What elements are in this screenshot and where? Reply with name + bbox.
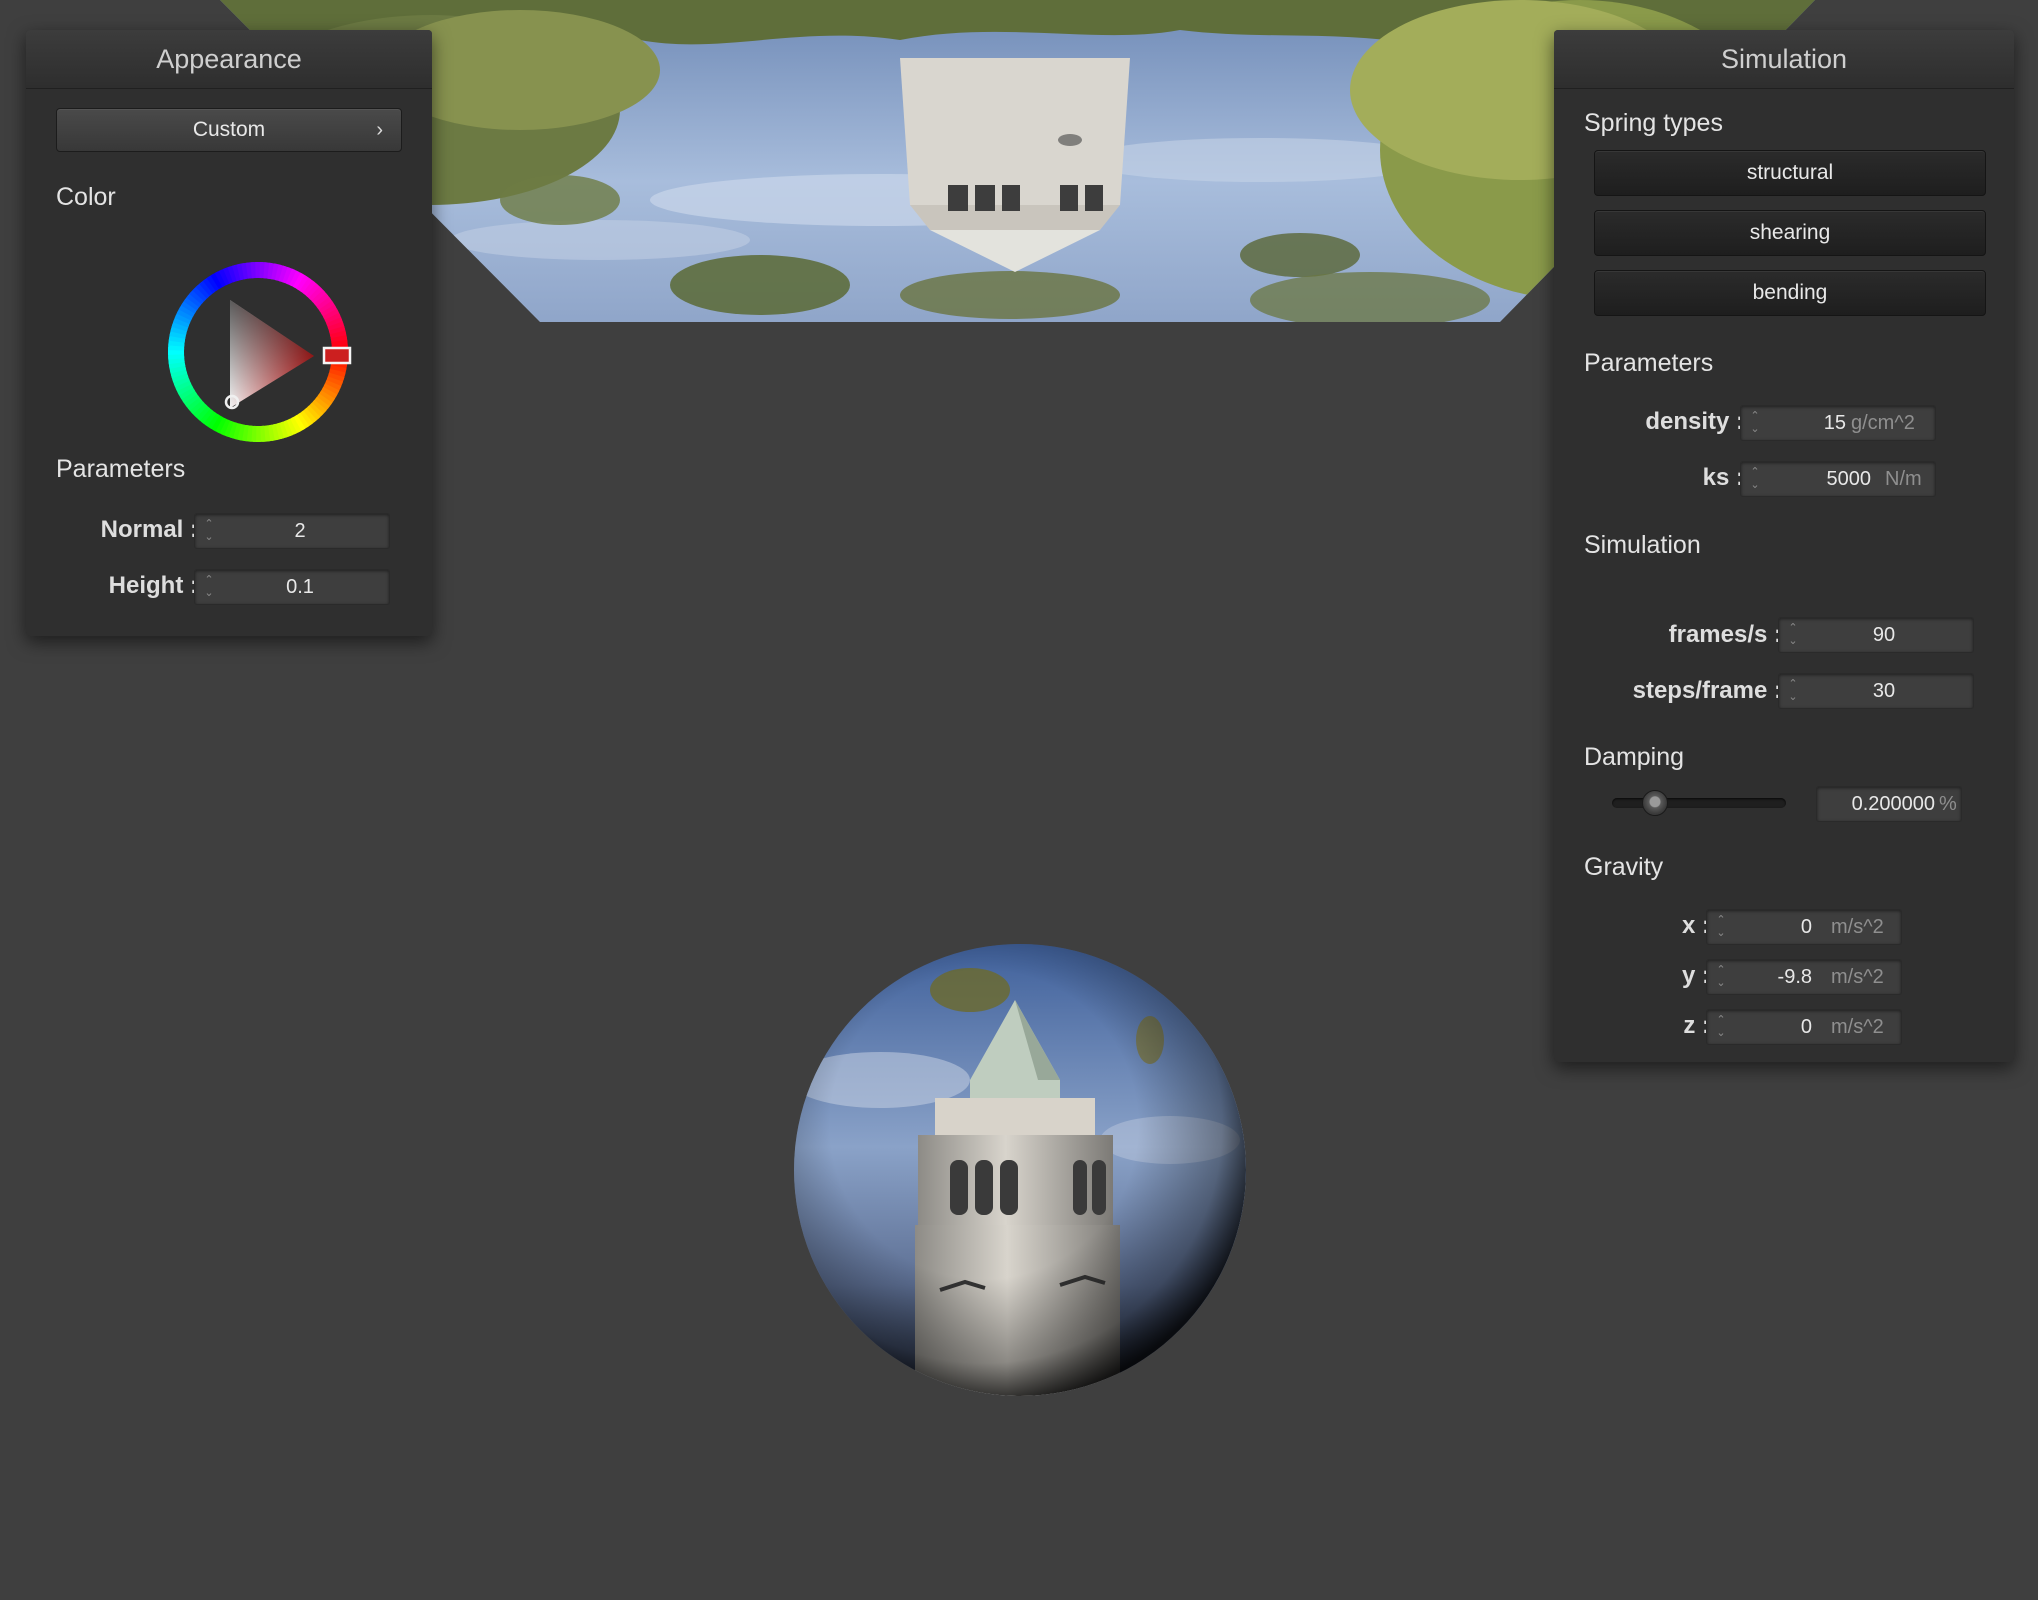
gravity-z-field[interactable]: ⌃ ⌄ 0 m/s^2 [1706,1009,1902,1045]
damping-slider[interactable] [1612,790,1786,816]
spring-shearing-button[interactable]: shearing [1594,210,1986,256]
color-section-label: Color [56,183,116,211]
simulation-panel: Simulation Spring types structural shear… [1554,30,2014,1062]
spinner-arrows-icon[interactable]: ⌃ ⌄ [203,574,215,600]
spring-bending-button[interactable]: bending [1594,270,1986,316]
steps-value: 30 [1872,680,1896,702]
shader-select-button[interactable]: Custom › [56,108,402,152]
gravity-z-unit: m/s^2 [1831,1016,1884,1038]
ks-label: ks : [1702,464,1744,491]
simulation-section-label: Simulation [1584,531,1701,559]
steps-field[interactable]: ⌃ ⌄ 30 [1778,673,1974,709]
gravity-y-label: y : [1681,962,1710,989]
damping-value: 0.200000 [1851,793,1935,815]
gravity-y-unit: m/s^2 [1831,966,1884,988]
simulation-panel-title[interactable]: Simulation [1554,30,2014,89]
damping-label: Damping [1584,743,1685,771]
spinner-arrows-icon[interactable]: ⌃ ⌄ [203,518,215,544]
normal-label: Normal : [100,516,198,543]
fps-field[interactable]: ⌃ ⌄ 90 [1778,617,1974,653]
height-value: 0.1 [286,576,314,598]
spinner-arrows-icon[interactable]: ⌃ ⌄ [1749,466,1761,492]
spring-types-label: Spring types [1584,109,1723,137]
shader-select-label: Custom [192,118,266,141]
simulation-parameters-label: Parameters [1584,349,1714,377]
normal-value: 2 [294,520,306,542]
steps-label: steps/frame : [1632,677,1782,704]
ks-value: 5000 [1826,468,1872,490]
gravity-x-field[interactable]: ⌃ ⌄ 0 m/s^2 [1706,909,1902,945]
spring-structural-button[interactable]: structural [1594,150,1986,196]
damping-field[interactable]: 0.200000 % [1816,786,1962,822]
appearance-parameters-label: Parameters [56,455,186,483]
damping-unit: % [1939,793,1957,815]
chevron-right-icon: › [376,119,383,141]
spinner-arrows-icon[interactable]: ⌃ ⌄ [1715,914,1727,940]
spinner-arrows-icon[interactable]: ⌃ ⌄ [1715,964,1727,990]
ks-field[interactable]: ⌃ ⌄ 5000 N/m [1740,461,1936,497]
gravity-x-unit: m/s^2 [1831,916,1884,938]
damping-slider-knob[interactable] [1642,790,1668,816]
gravity-z-label: z : [1683,1012,1710,1039]
fps-value: 90 [1872,624,1896,646]
fps-label: frames/s : [1668,621,1782,648]
spring-bending-label: bending [1752,281,1828,304]
appearance-panel: Appearance Custom › Color Parameters Nor… [26,30,432,636]
density-label: density : [1645,408,1744,435]
spring-structural-label: structural [1746,161,1834,184]
spinner-arrows-icon[interactable]: ⌃ ⌄ [1787,622,1799,648]
sphere-object [794,944,1246,1396]
gravity-label: Gravity [1584,853,1664,881]
normal-field[interactable]: ⌃ ⌄ 2 [194,513,390,549]
gravity-y-field[interactable]: ⌃ ⌄ -9.8 m/s^2 [1706,959,1902,995]
gravity-x-label: x : [1681,912,1710,939]
gravity-y-value: -9.8 [1777,966,1812,988]
appearance-panel-title[interactable]: Appearance [26,30,432,89]
spinner-arrows-icon[interactable]: ⌃ ⌄ [1749,410,1761,436]
spinner-arrows-icon[interactable]: ⌃ ⌄ [1787,678,1799,704]
spinner-arrows-icon[interactable]: ⌃ ⌄ [1715,1014,1727,1040]
color-wheel[interactable] [158,252,358,452]
gravity-x-value: 0 [1800,916,1812,938]
spring-shearing-label: shearing [1749,221,1831,244]
height-label: Height : [108,572,198,599]
ks-unit: N/m [1885,468,1922,490]
height-field[interactable]: ⌃ ⌄ 0.1 [194,569,390,605]
density-value: 15 [1823,412,1846,434]
gravity-z-value: 0 [1800,1016,1812,1038]
hue-picker-handle [322,346,352,365]
density-unit: g/cm^2 [1851,412,1915,434]
density-field[interactable]: ⌃ ⌄ 15 g/cm^2 [1740,405,1936,441]
